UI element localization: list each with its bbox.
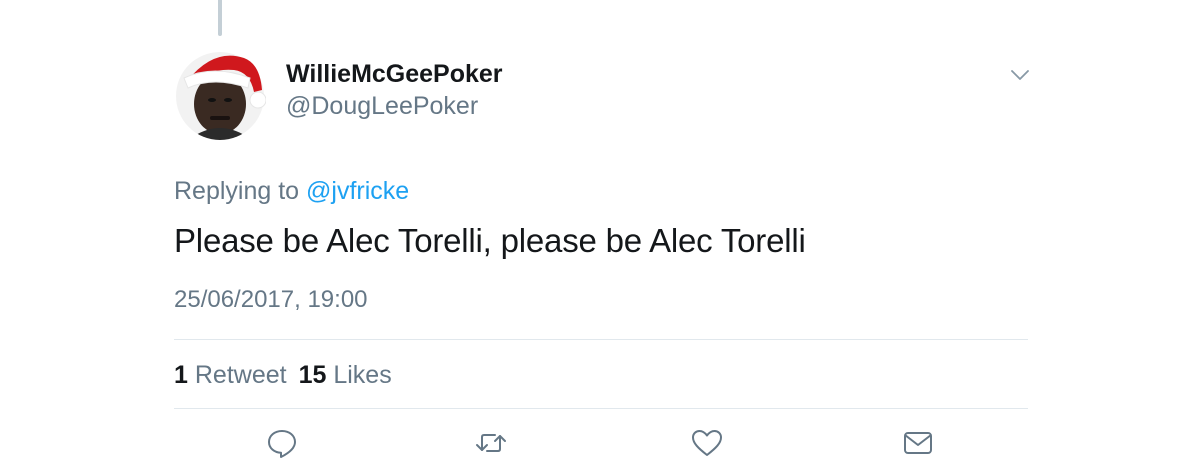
like-button[interactable] (690, 426, 724, 460)
retweet-icon (476, 434, 506, 452)
divider (174, 408, 1028, 409)
chevron-down-icon[interactable] (1008, 66, 1032, 84)
likes-stat[interactable]: 15 Likes (299, 361, 392, 389)
display-name[interactable]: WillieMcGeePoker (286, 60, 503, 89)
avatar[interactable] (174, 44, 266, 140)
likes-count: 15 (298, 361, 327, 389)
retweet-button[interactable] (474, 426, 508, 460)
replying-to-label: Replying to (174, 177, 300, 205)
retweets-label: Retweet (194, 361, 287, 389)
replying-to-mention-link[interactable]: @jvfricke (306, 177, 409, 205)
retweets-stat[interactable]: 1 Retweet (174, 361, 287, 389)
envelope-icon (904, 432, 932, 454)
user-handle[interactable]: @DougLeePoker (286, 92, 478, 121)
direct-message-button[interactable] (901, 426, 935, 460)
tweet-timestamp[interactable]: 25/06/2017, 19:00 (174, 286, 368, 314)
divider (174, 339, 1028, 340)
likes-label: Likes (333, 361, 392, 389)
retweets-count: 1 (174, 361, 188, 389)
reply-icon (268, 430, 296, 458)
replying-to-line: Replying to @jvfricke (174, 177, 409, 206)
tweet-text: Please be Alec Torelli, please be Alec T… (174, 222, 806, 259)
reply-button[interactable] (265, 426, 299, 460)
thread-connector-line (218, 0, 222, 36)
heart-icon (692, 430, 722, 456)
tweet-stats: 1 Retweet 15 Likes (174, 361, 392, 390)
